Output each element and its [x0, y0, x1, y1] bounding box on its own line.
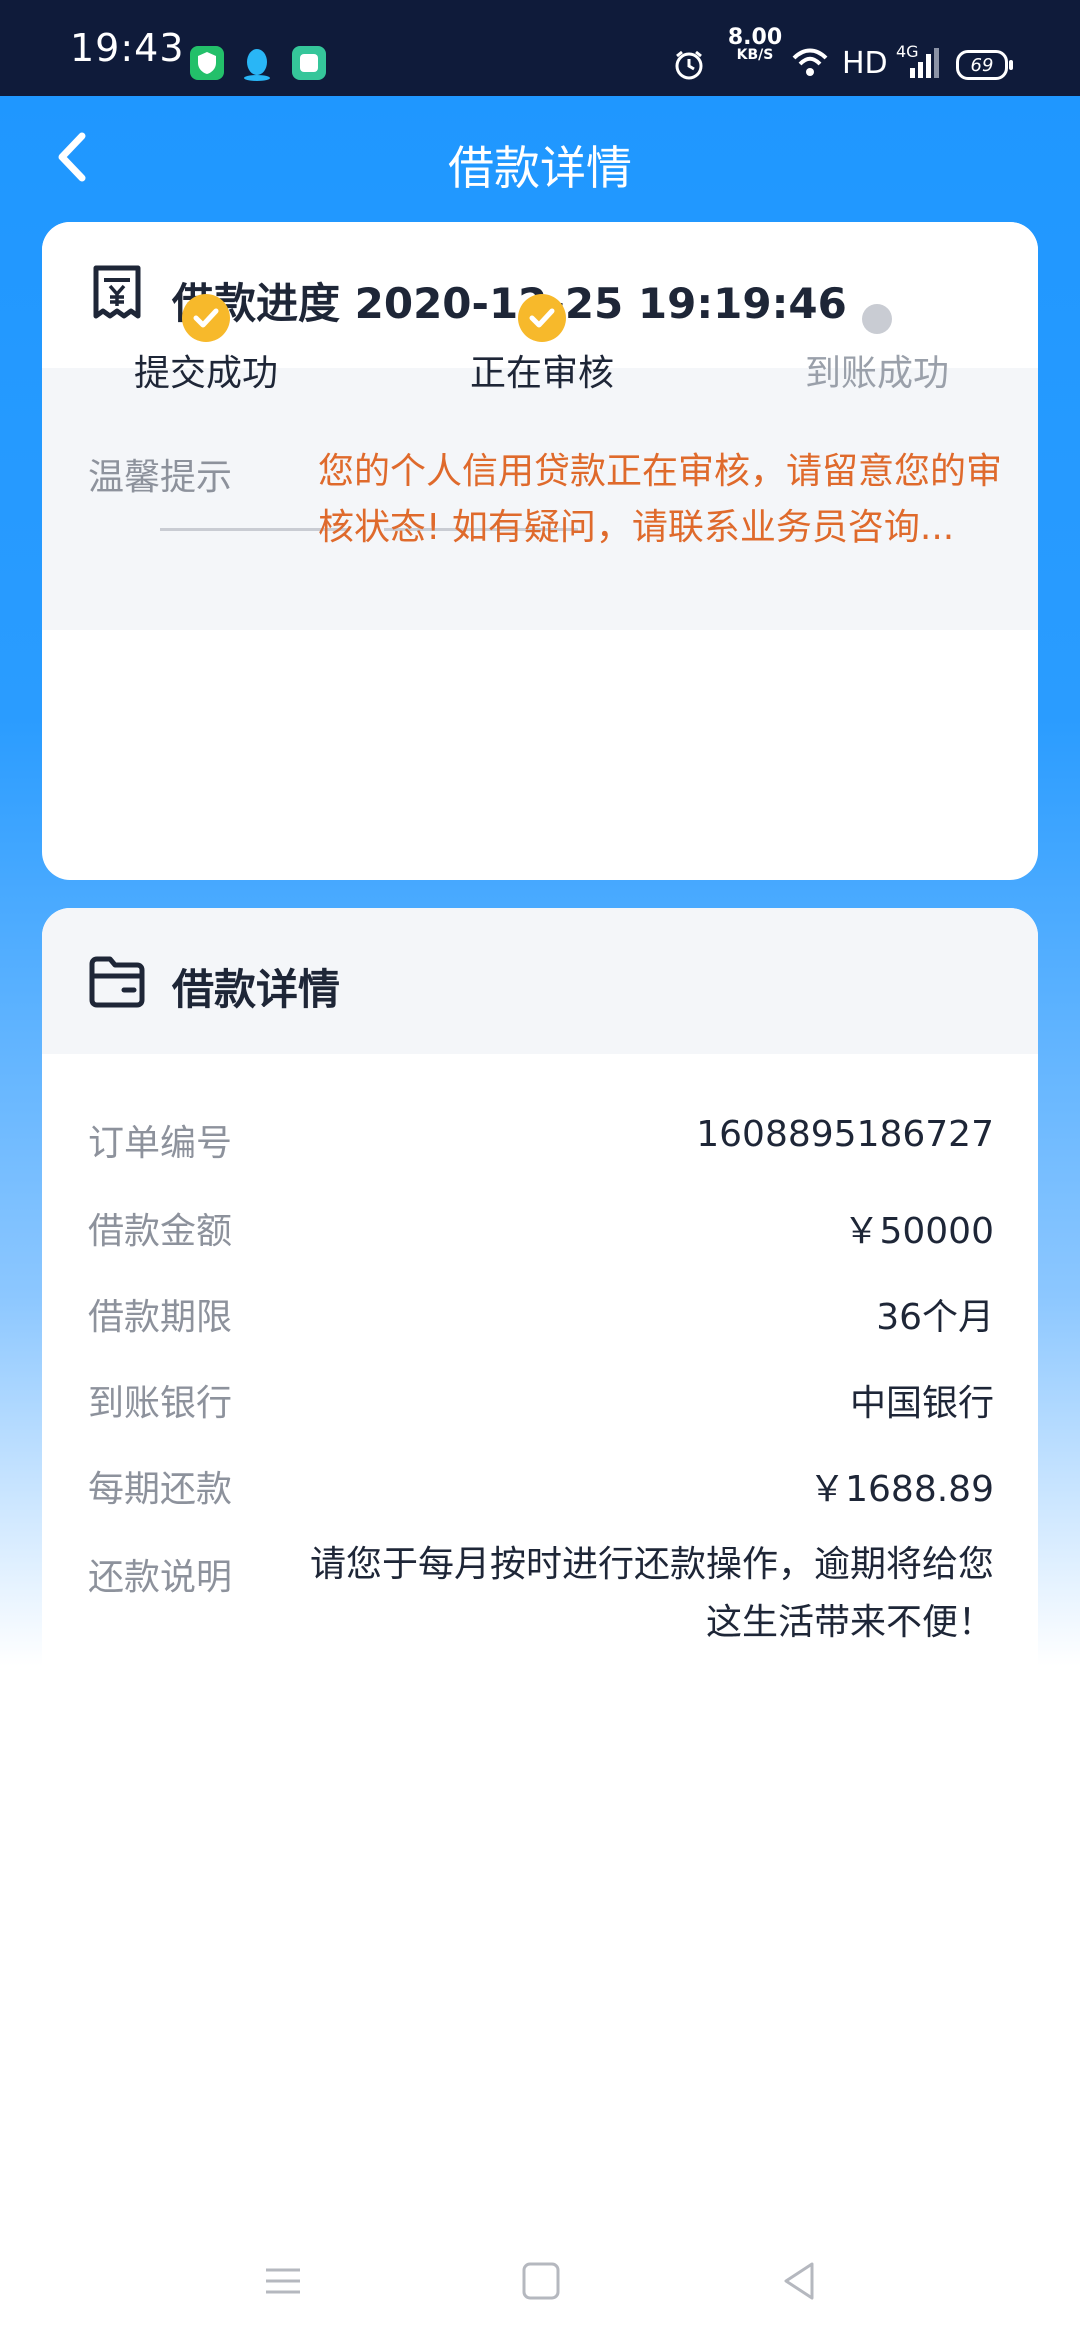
- step-1-label: 提交成功: [133, 353, 278, 394]
- loan-amount-value: ￥50000: [843, 1211, 994, 1252]
- loan-term-label: 借款期限: [88, 1297, 233, 1338]
- step-3-label: 到账成功: [804, 353, 949, 394]
- installment-label: 每期还款: [88, 1469, 233, 1510]
- battery-indicator: 69: [956, 50, 1013, 80]
- loan-progress-card: 借款进度 2020-12-25 19:19:46 提交成功 正在审核 到账成功 …: [42, 222, 1038, 880]
- status-time: 19:43: [70, 26, 185, 70]
- loan-term-value: 36个月: [876, 1297, 994, 1338]
- bank-label: 到账银行: [88, 1383, 233, 1424]
- step-1-check-icon: [182, 294, 230, 342]
- loan-amount-label: 借款金额: [88, 1211, 233, 1252]
- bank-value: 中国银行: [849, 1383, 994, 1424]
- folder-icon: [88, 954, 146, 1016]
- detail-heading: 借款详情: [172, 965, 341, 1014]
- order-number-label: 订单编号: [88, 1123, 233, 1164]
- back-triangle-icon: [784, 2262, 814, 2300]
- detail-card-header: 借款详情: [42, 908, 1038, 1054]
- step-2-label: 正在审核: [469, 353, 614, 394]
- shield-app-icon: [190, 46, 224, 80]
- system-nav-bar: [0, 2210, 1080, 2340]
- repayment-note-value: 请您于每月按时进行还款操作，逾期将给您这生活带来不便！: [309, 1544, 994, 1643]
- home-square-icon: [522, 2262, 560, 2300]
- repayment-note-label: 还款说明: [88, 1557, 233, 1598]
- tip-text: 您的个人信用贷款正在审核，请留意您的审核状态! 如有疑问，请联系业务员咨询...: [318, 451, 1003, 548]
- wifi-icon: [790, 46, 830, 84]
- menu-icon: [266, 2268, 300, 2294]
- home-nav-button[interactable]: [516, 2256, 566, 2306]
- alarm-icon: [672, 48, 706, 86]
- progress-heading: 借款进度 2020-12-25 19:19:46: [172, 279, 847, 328]
- back-nav-button[interactable]: [774, 2256, 824, 2306]
- order-number-value: 1608895186727: [696, 1114, 994, 1155]
- network-speed: 8.00 KB/S: [720, 25, 790, 63]
- installment-value: ￥1688.89: [809, 1469, 994, 1510]
- receipt-yuan-icon: [88, 264, 146, 326]
- step-2-check-icon: [518, 294, 566, 342]
- status-bar: 19:43 8.00 KB/S HD 4G 69: [0, 0, 1080, 96]
- signal-icon: 4G: [896, 42, 940, 84]
- loan-detail-card: 借款详情 订单编号 1608895186727 借款金额 ￥50000 借款期限…: [42, 908, 1038, 1742]
- page-title: 借款详情: [448, 141, 632, 195]
- app-header: 借款详情: [0, 96, 1080, 222]
- step-3-pending-dot: [862, 304, 892, 334]
- qq-penguin-icon: [240, 46, 274, 81]
- hd-indicator: HD: [842, 46, 888, 81]
- menu-nav-button[interactable]: [258, 2256, 308, 2306]
- speed-value: 8.00: [727, 25, 783, 50]
- network-type: 4G: [896, 42, 919, 61]
- app-square-icon: [292, 46, 326, 80]
- tip-label: 温馨提示: [88, 457, 233, 498]
- speed-unit: KB/S: [736, 46, 774, 63]
